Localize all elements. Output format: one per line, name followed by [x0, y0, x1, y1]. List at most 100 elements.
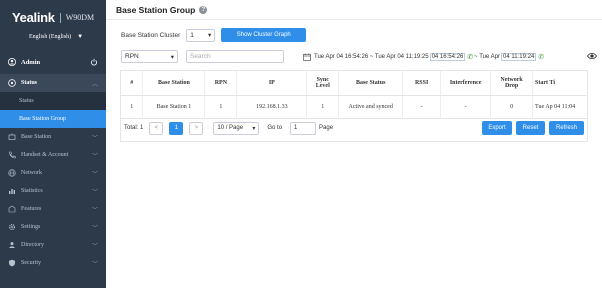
cluster-label: Base Station Cluster	[121, 31, 181, 39]
logo-divider	[59, 12, 61, 23]
user-row: Admin	[0, 54, 106, 70]
column-header[interactable]: RSSI	[402, 71, 442, 96]
pagination-bar: Total: 1 < 1 > 10 / Page ▾ Go to 1 Page …	[120, 118, 588, 138]
reset-button[interactable]: Reset	[516, 121, 545, 135]
phone-check-icon[interactable]: ✆	[538, 53, 544, 61]
page-size-select[interactable]: 10 / Page ▾	[213, 121, 260, 135]
phone-icon	[8, 151, 16, 159]
sidebar-item-settings[interactable]: Settings ﹀	[0, 218, 106, 236]
gear-icon	[8, 223, 16, 231]
brand-logo: Yealink	[12, 10, 55, 25]
table-cell: -	[440, 95, 492, 119]
chevron-down-icon: ﹀	[91, 153, 98, 160]
table-cell: 1	[121, 95, 144, 119]
page-button-1[interactable]: 1	[169, 121, 184, 135]
chevron-down-icon: ﹀	[91, 189, 98, 196]
title-bar: Base Station Group ?	[106, 0, 602, 20]
table-cell: Active and synced	[338, 95, 404, 119]
column-header[interactable]: Start Ti	[532, 71, 587, 96]
chevron-down-icon: ﹀	[91, 207, 98, 214]
chevron-down-icon: ﹀	[91, 243, 98, 250]
chart-icon	[8, 187, 16, 195]
date-range-mid: ~ Tue Apr	[474, 53, 501, 60]
page-size-value: 10 / Page	[217, 125, 244, 131]
column-header[interactable]: #	[121, 71, 144, 96]
sidebar-nav: Status ︿ Status Base Station Group Base …	[0, 74, 106, 272]
cluster-row: Base Station Cluster 1 ▾ Show Cluster Gr…	[121, 28, 307, 42]
sidebar-subitem-status[interactable]: Status	[0, 92, 106, 110]
sidebar-item-label: Handset & Account	[21, 152, 69, 158]
contacts-icon	[8, 241, 16, 249]
export-button[interactable]: Export	[482, 121, 512, 135]
date-range[interactable]: Tue Apr 04 16:54:26 ~ Tue Apr 04 11:19:2…	[303, 50, 545, 63]
end-date-field[interactable]: 04 11:19:24	[501, 52, 537, 61]
column-header[interactable]: Base Status	[338, 71, 404, 96]
globe-icon	[8, 169, 16, 177]
caret-down-icon: ▾	[170, 53, 174, 61]
shield-icon	[8, 259, 16, 267]
chevron-down-icon: ﹀	[91, 135, 98, 142]
table-cell: 192.168.1.33	[236, 95, 308, 119]
features-icon	[8, 205, 16, 213]
next-page-button[interactable]: >	[189, 121, 204, 135]
column-header[interactable]: Base Station	[142, 71, 206, 96]
show-cluster-graph-button[interactable]: Show Cluster Graph	[221, 28, 307, 42]
search-placeholder: Search	[190, 53, 211, 60]
table-header-row: # Base Station RPN IP Sync Level Base St…	[121, 71, 587, 96]
sidebar-item-network[interactable]: Network ﹀	[0, 164, 106, 182]
rpn-value: RPN	[125, 53, 139, 60]
column-header[interactable]: Network Drop	[490, 71, 534, 96]
app-root: Yealink W90DM English (English) ▼ Admin	[0, 0, 602, 288]
phone-check-icon[interactable]: ✆	[467, 53, 473, 61]
chevron-down-icon: ﹀	[91, 225, 98, 232]
column-header[interactable]: Sync Level	[306, 71, 340, 96]
user-name: Admin	[21, 58, 41, 66]
goto-page-input[interactable]: 1	[290, 121, 317, 135]
sidebar-item-label: Network	[21, 170, 42, 176]
refresh-button[interactable]: Refresh	[549, 121, 584, 135]
chevron-down-icon: ﹀	[91, 261, 98, 268]
cluster-value: 1	[190, 31, 194, 39]
rpn-select[interactable]: RPN ▾	[121, 50, 178, 63]
total-count: Total: 1	[124, 125, 144, 131]
sidebar-item-status[interactable]: Status ︿	[0, 74, 106, 92]
caret-down-icon: ▾	[252, 125, 256, 132]
prev-page-button[interactable]: <	[149, 121, 164, 135]
table-cell: 1	[306, 95, 340, 119]
sidebar-item-statistics[interactable]: Statistics ﹀	[0, 182, 106, 200]
main-content: Base Station Group ? Base Station Cluste…	[106, 0, 602, 288]
column-header[interactable]: IP	[236, 71, 308, 96]
sidebar-item-label: Status	[21, 80, 38, 86]
table-cell: 1	[204, 95, 238, 119]
calendar-icon	[303, 52, 311, 61]
sidebar-item-handset-account[interactable]: Handset & Account ﹀	[0, 146, 106, 164]
cluster-select[interactable]: 1 ▾	[186, 28, 216, 42]
sidebar-item-label: Base Station	[21, 134, 52, 140]
table-row[interactable]: 1 Base Station 1 1 192.168.1.33 1 Active…	[121, 95, 587, 119]
sidebar-item-base-station[interactable]: Base Station ﹀	[0, 128, 106, 146]
sidebar-subitem-base-station-group[interactable]: Base Station Group	[0, 110, 106, 128]
caret-down-icon: ▼	[77, 34, 84, 40]
sidebar: Yealink W90DM English (English) ▼ Admin	[0, 0, 106, 288]
base-station-icon	[8, 133, 16, 141]
start-date-field[interactable]: 04 16:54:26	[429, 52, 466, 61]
sidebar-item-directory[interactable]: Directory ﹀	[0, 236, 106, 254]
sidebar-item-label: Features	[21, 206, 42, 212]
page-title: Base Station Group	[116, 4, 196, 15]
sidebar-item-label: Statistics	[21, 188, 43, 194]
sidebar-item-security[interactable]: Security ﹀	[0, 254, 106, 272]
help-icon[interactable]: ?	[199, 5, 208, 14]
sidebar-item-features[interactable]: Features ﹀	[0, 200, 106, 218]
eye-icon[interactable]	[587, 52, 597, 60]
column-header[interactable]: RPN	[204, 71, 238, 96]
language-value: English (English)	[29, 34, 72, 40]
column-header[interactable]: Interference	[440, 71, 492, 96]
search-input[interactable]: Search	[186, 50, 284, 63]
sidebar-item-label: Settings	[21, 224, 41, 230]
table-cell: -	[402, 95, 442, 119]
chevron-down-icon: ﹀	[91, 171, 98, 178]
table-cell: Tue Ap 04 11:04	[532, 95, 587, 119]
language-select[interactable]: English (English) ▼	[29, 34, 106, 40]
power-icon[interactable]	[90, 58, 98, 66]
status-icon	[8, 79, 16, 87]
